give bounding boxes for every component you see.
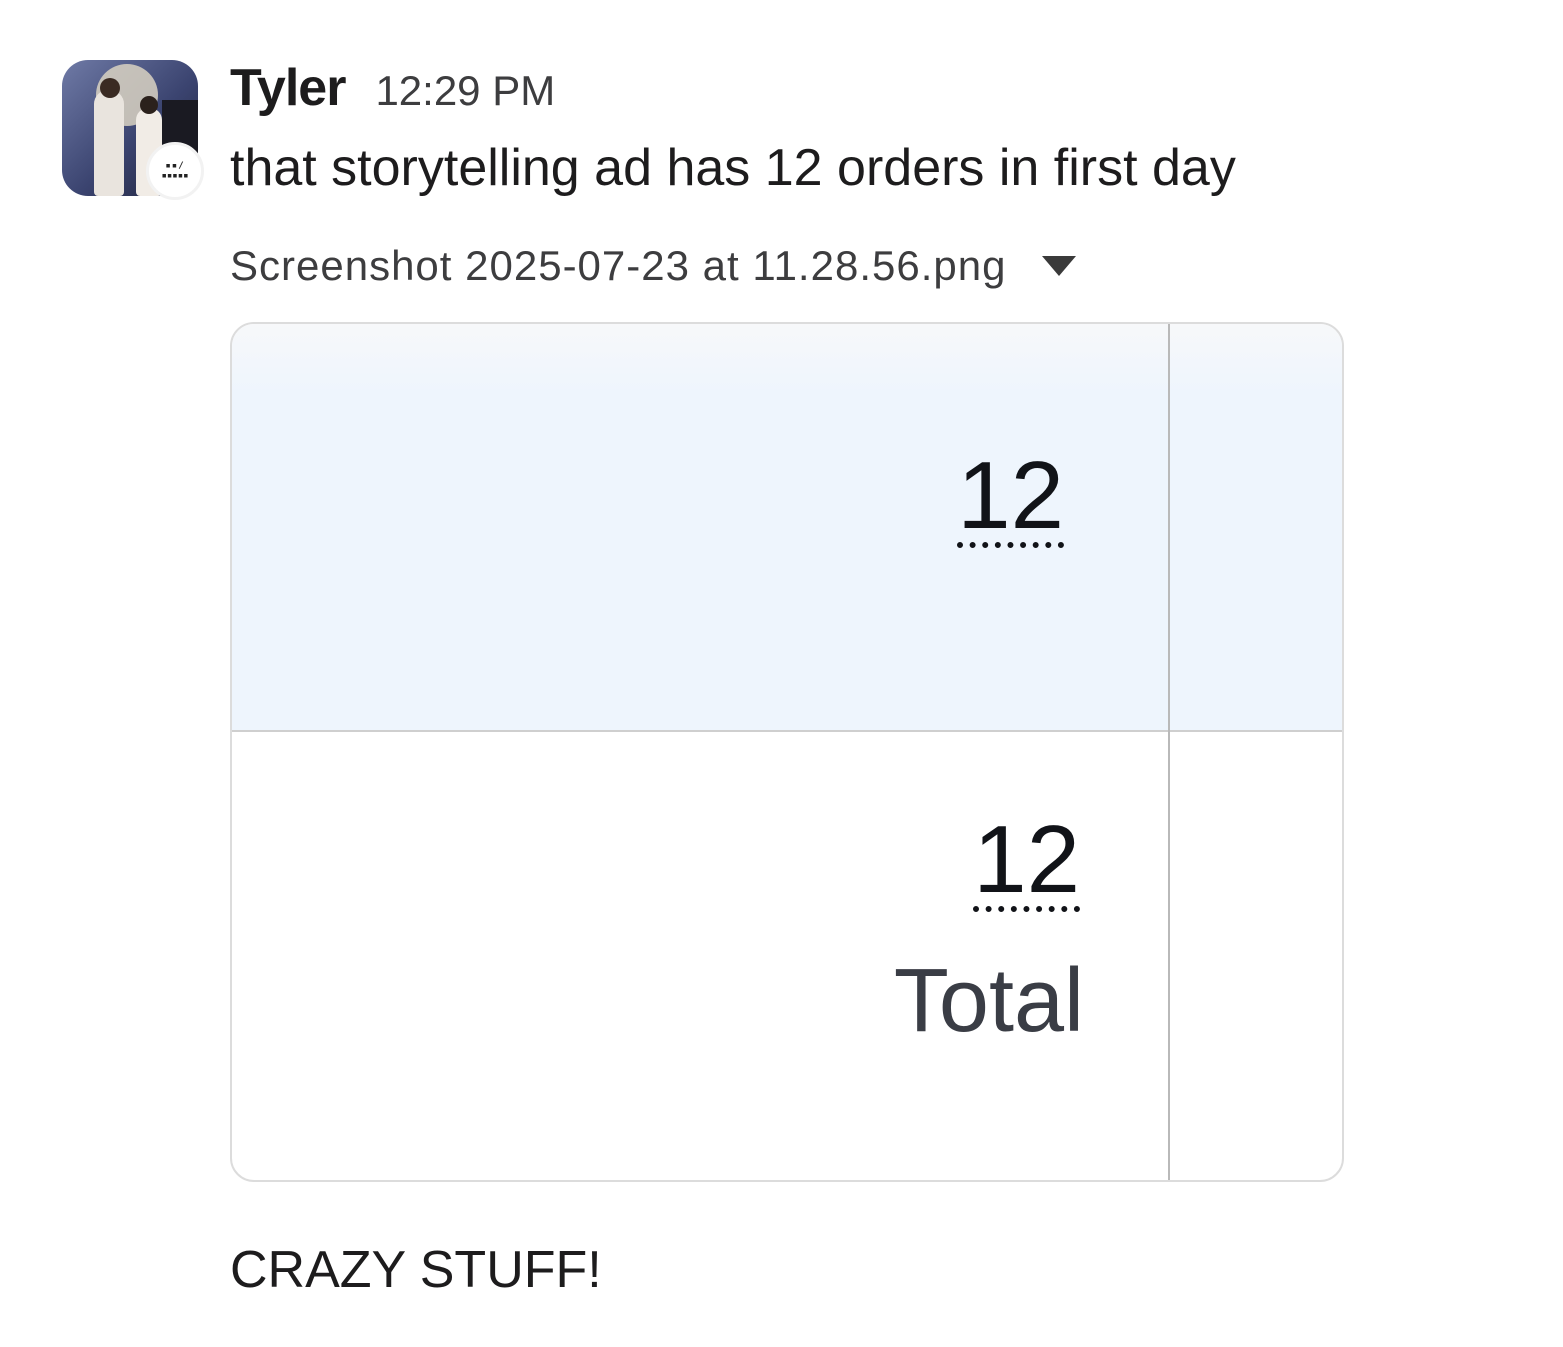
column-divider [1168,324,1170,1180]
file-header: Screenshot 2025-07-23 at 11.28.56.png [230,242,1077,290]
avatar-badge-logo: ▪▪/ ▪▪▪▪▪ [146,142,204,200]
author-name[interactable]: Tyler [230,58,346,118]
message-header: Tyler 12:29 PM [230,58,555,122]
orders-value: 12 [957,442,1064,549]
message-body: that storytelling ad has 12 orders in fi… [230,139,1236,197]
avatar-person-shape [94,90,124,196]
highlighted-cell [232,324,1342,732]
chevron-down-icon[interactable] [1042,256,1077,276]
slack-message: ▪▪/ ▪▪▪▪▪ Tyler 12:29 PM that storytelli… [0,0,1563,1347]
image-attachment[interactable]: 12 12 Total [230,322,1344,1182]
total-value: 12 [973,806,1080,913]
message-timestamp[interactable]: 12:29 PM [375,67,555,115]
avatar-person-head [140,96,158,114]
total-label: Total [893,951,1084,1051]
followup-message: CRAZY STUFF! [230,1241,602,1299]
file-name[interactable]: Screenshot 2025-07-23 at 11.28.56.png [230,242,1006,290]
avatar-person-head [100,78,120,98]
